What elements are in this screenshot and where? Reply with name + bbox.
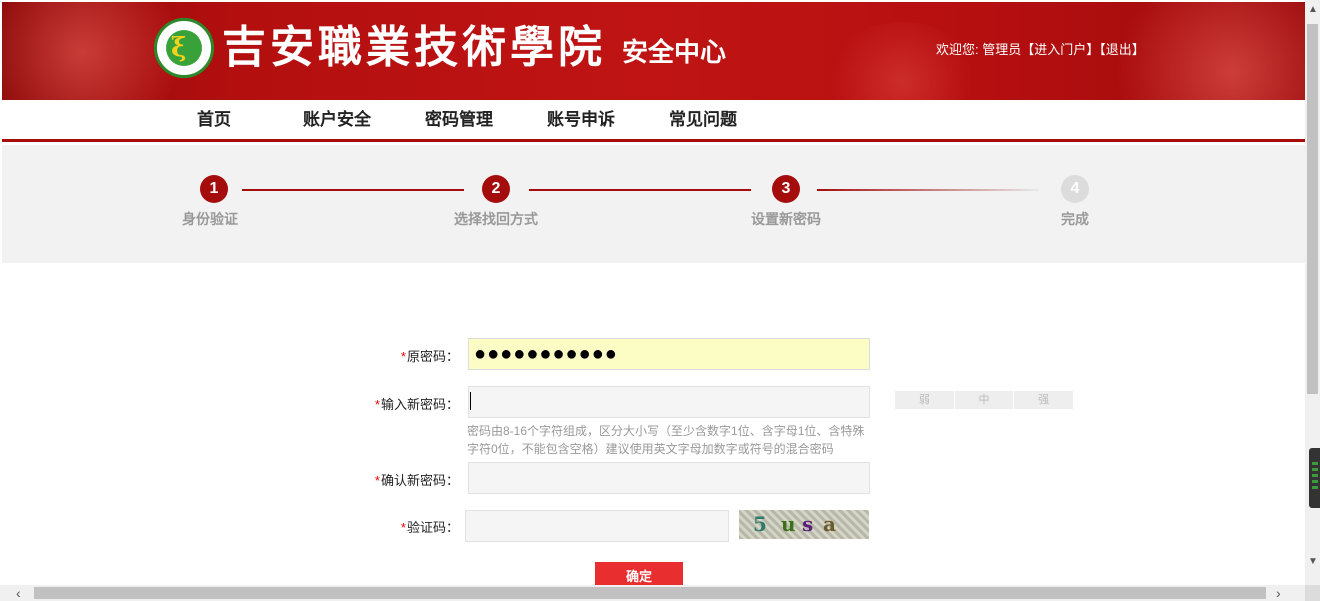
nav-item-faq[interactable]: 常见问题 [669, 100, 737, 139]
required-mark: * [374, 397, 380, 412]
logout-link[interactable]: 【退出】 [1099, 42, 1145, 57]
password-hint: 密码由8-16个字符组成，区分大小写（至少含数字1位、含字母1位、含特殊字符0位… [467, 424, 865, 456]
step-connector [529, 189, 751, 191]
new-password-field[interactable] [468, 386, 870, 418]
step-4-label: 完成 [1061, 211, 1089, 227]
scrollbar-corner [1305, 585, 1320, 601]
confirm-password-label: *确认新密码： [339, 470, 459, 489]
vertical-scroll-thumb[interactable] [1307, 24, 1318, 394]
banner-decoration [822, 22, 982, 100]
step-3-circle: 3 [772, 175, 800, 203]
captcha-label: *验证码： [339, 517, 459, 536]
security-center-title: 安全中心 [622, 38, 727, 68]
new-password-label: *输入新密码： [339, 394, 459, 413]
strength-strong: 强 [1014, 391, 1075, 409]
side-widget-bar [1312, 486, 1318, 489]
captcha-field[interactable] [465, 510, 729, 542]
confirm-password-label-text: 确认新密码： [380, 473, 459, 488]
header-banner: ξ 吉安職業技術學院 安全中心 欢迎您: 管理员【进入门户】【退出】 [2, 2, 1305, 100]
current-user: 管理员 [982, 42, 1022, 57]
page-viewport: ξ 吉安職業技術學院 安全中心 欢迎您: 管理员【进入门户】【退出】 首页 账户… [0, 0, 1305, 585]
strength-weak: 弱 [895, 391, 955, 409]
welcome-bar: 欢迎您: 管理员【进入门户】【退出】 [936, 42, 1145, 58]
text-cursor [470, 392, 471, 410]
side-widget-bar [1312, 462, 1318, 465]
step-2-label: 选择找回方式 [454, 211, 538, 227]
new-password-label-text: 输入新密码： [380, 397, 459, 412]
required-mark: * [400, 520, 406, 535]
welcome-prefix: 欢迎您: [936, 42, 983, 57]
submit-button[interactable]: 确定 [595, 562, 683, 585]
step-4-circle: 4 [1061, 175, 1089, 203]
step-1-label: 身份验证 [182, 211, 238, 227]
nav-item-account-appeal[interactable]: 账号申诉 [547, 100, 615, 139]
step-2-circle: 2 [482, 175, 510, 203]
password-strength-meter: 弱 中 强 [895, 391, 1075, 409]
confirm-password-field[interactable] [468, 462, 870, 494]
required-mark: * [374, 473, 380, 488]
captcha-char: a [823, 512, 836, 536]
step-connector [817, 189, 1039, 191]
old-password-label-text: 原密码： [406, 349, 459, 364]
old-password-field[interactable]: ●●●●●●●●●●● [468, 338, 870, 370]
side-widget-tab[interactable] [1309, 448, 1320, 508]
strength-medium: 中 [954, 391, 1015, 409]
nav-item-password-management[interactable]: 密码管理 [425, 100, 493, 139]
captcha-char: 5 [753, 512, 767, 536]
scroll-down-icon[interactable]: ▼ [1308, 556, 1318, 567]
nav-item-home[interactable]: 首页 [197, 100, 231, 139]
captcha-char: s [802, 512, 814, 536]
main-nav: 首页 账户安全 密码管理 账号申诉 常见问题 [2, 100, 1305, 142]
horizontal-scrollbar[interactable]: ‹ › [0, 585, 1305, 601]
side-widget-bar [1312, 474, 1318, 477]
scroll-left-icon[interactable]: ‹ [16, 585, 21, 601]
school-name: 吉安職業技術學院 [222, 22, 606, 73]
captcha-label-text: 验证码： [406, 520, 459, 535]
progress-steps: 1 2 3 4 身份验证 选择找回方式 设置新密码 完成 [2, 145, 1305, 263]
old-password-label: *原密码： [339, 346, 459, 365]
nav-item-account-security[interactable]: 账户安全 [303, 100, 371, 139]
side-widget-bar [1312, 480, 1318, 483]
step-3-label: 设置新密码 [751, 211, 821, 227]
emblem-swirl-icon: ξ [171, 33, 187, 63]
captcha-char: u [781, 512, 796, 536]
scroll-right-icon[interactable]: › [1276, 585, 1281, 601]
jian-college-emblem-icon[interactable]: ξ [154, 18, 214, 78]
side-widget-bar [1312, 468, 1318, 471]
required-mark: * [400, 349, 406, 364]
scroll-up-icon[interactable]: ▲ [1308, 4, 1318, 15]
captcha-image[interactable]: 5 u s a [739, 510, 869, 539]
step-connector [242, 189, 464, 191]
portal-link[interactable]: 【进入门户】 [1021, 42, 1099, 57]
horizontal-scroll-thumb[interactable] [34, 587, 1266, 599]
step-1-circle: 1 [200, 175, 228, 203]
